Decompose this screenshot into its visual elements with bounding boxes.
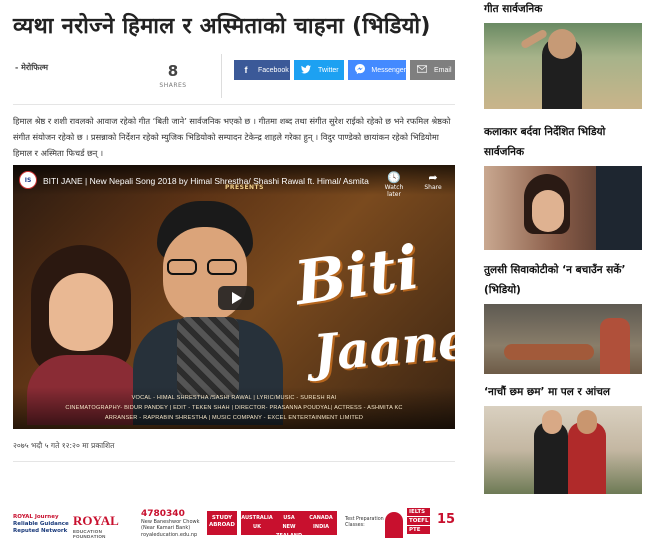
twitter-share-label: Twitter [318, 66, 339, 74]
sidebar-item-thumbnail[interactable] [484, 23, 642, 109]
article-body: हिमाल श्रेष्ठ र शशी रावलको आवाज रहेको गी… [13, 116, 451, 158]
play-button[interactable] [218, 286, 254, 310]
related-sidebar: गीत सार्वजनिक कलाकार बर्दवा निर्देशित भि… [484, 0, 642, 494]
ad-country: INDIA [313, 524, 329, 530]
share-buttons: f Facebook Twitter Messenger Email [234, 60, 455, 80]
ad-brand-logo: ROYAL EDUCATION FOUNDATION [73, 506, 133, 540]
messenger-share-button[interactable]: Messenger [348, 60, 406, 80]
share-count: 8 SHARES [153, 63, 193, 89]
separator [13, 461, 455, 462]
ad-countries: AUSTRALIA USA CANADA UK NEW ZEALAND INDI… [241, 511, 337, 539]
sidebar-item-thumbnail[interactable] [484, 304, 642, 374]
video-art-title-1: Biti [290, 232, 424, 320]
divider [221, 54, 222, 98]
video-title[interactable]: BITI JANE | New Nepali Song 2018 by Hima… [43, 176, 369, 186]
ad-brand-name: ROYAL [73, 513, 119, 528]
ad-country: NEW ZEALAND [275, 524, 303, 539]
share-arrow-icon: ➦ [428, 171, 438, 184]
ad-country: CANADA [309, 515, 333, 521]
video-presents: PRESENTS [225, 184, 264, 191]
facebook-share-label: Facebook [258, 66, 289, 74]
messenger-share-label: Messenger [371, 66, 406, 74]
ad-brand-sub: EDUCATION FOUNDATION [73, 529, 106, 539]
ad-anniversary: 15 [437, 512, 456, 527]
messenger-icon [354, 64, 365, 76]
ad-study-abroad: STUDY ABROAD [207, 511, 237, 535]
sidebar-item-title[interactable]: ‘नाचौं छम छम’ मा पल र आंचल [484, 382, 642, 402]
ad-tagline-line: Reputed Network [13, 528, 68, 534]
sidebar-item[interactable]: तुलसी सिवाकोटीको ‘न बचाउँन सकें’ (भिडियो… [484, 260, 642, 374]
credits-line: CINEMATOGRAPHY- BIDUR PANDEY | EDIT - TE… [65, 405, 403, 411]
published-date: २०७५ भदौ ५ गते १२:२० मा प्रकाशित [13, 441, 115, 450]
separator [13, 104, 455, 105]
sidebar-item[interactable]: ‘नाचौं छम छम’ मा पल र आंचल [484, 382, 642, 494]
video-share-button[interactable]: ➦ Share [420, 171, 446, 191]
person-figure-icon [385, 512, 403, 538]
ad-country: USA [283, 515, 295, 521]
video-art-title-2: Jaane [310, 310, 455, 383]
share-count-label: SHARES [159, 82, 187, 89]
sidebar-item[interactable]: गीत सार्वजनिक [484, 0, 642, 109]
ad-test-prep: Test Preparation Classes: [345, 517, 384, 528]
credits-line: ARRANSER - RAPRABIN SHRESTHA | MUSIC COM… [104, 415, 364, 421]
ad-test-tags: IELTS TOEFL PTE [385, 508, 435, 538]
article-title: व्यथा नरोज्ने हिमाल र अस्मिताको चाहना (भ… [13, 14, 431, 39]
sidebar-item-title[interactable]: कलाकार बर्दवा निर्देशित भिडियो सार्वजनिक [484, 122, 642, 162]
ad-website: royaleducation.edu.np [141, 531, 198, 538]
ad-banner[interactable]: ROYAL Journey Reliable Guidance Reputed … [13, 506, 455, 540]
ad-country: AUSTRALIA [241, 515, 273, 521]
facebook-share-button[interactable]: f Facebook [234, 60, 290, 80]
sidebar-item-thumbnail[interactable] [484, 166, 642, 250]
article-meta: - मेरोफिल्म 8 SHARES f Facebook Twitter … [13, 54, 455, 104]
video-share-label: Share [424, 184, 442, 191]
ad-contact: 4780340 New Baneshwor Chowk (Near Kamari… [141, 506, 203, 540]
watch-later-label: Watch later [384, 184, 404, 198]
credits-line: VOCAL - HIMAL SHRESTHA /SASHI RAWAL | LY… [131, 395, 337, 401]
ad-tag: IELTS [407, 508, 431, 516]
sidebar-item-thumbnail[interactable] [484, 406, 642, 494]
video-credits: VOCAL - HIMAL SHRESTHA /SASHI RAWAL | LY… [13, 393, 455, 423]
sidebar-item[interactable]: कलाकार बर्दवा निर्देशित भिडियो सार्वजनिक [484, 122, 642, 250]
twitter-icon [300, 64, 312, 76]
ad-tagline: ROYAL Journey Reliable Guidance Reputed … [13, 506, 69, 540]
sidebar-item-title[interactable]: तुलसी सिवाकोटीको ‘न बचाउँन सकें’ (भिडियो… [484, 260, 642, 300]
ad-phone: 4780340 [141, 509, 185, 519]
ad-tag: TOEFL [407, 517, 431, 525]
ad-tagline-line: ROYAL Journey [13, 514, 59, 520]
youtube-video-embed[interactable]: Biti Jaane IS BITI JANE | New Nepali Son… [13, 165, 455, 429]
email-share-button[interactable]: Email [410, 60, 455, 80]
email-share-label: Email [434, 66, 452, 74]
article: व्यथा नरोज्ने हिमाल र अस्मिताको चाहना (भ… [13, 0, 455, 550]
facebook-icon: f [244, 65, 248, 75]
ad-tagline-line: Reliable Guidance [13, 521, 69, 527]
watch-later-button[interactable]: 🕓 Watch later [379, 171, 409, 198]
email-icon [416, 65, 428, 75]
clock-icon: 🕓 [387, 171, 401, 184]
channel-logo[interactable]: IS [19, 171, 37, 189]
ad-tag: PTE [407, 526, 431, 534]
twitter-share-button[interactable]: Twitter [294, 60, 344, 80]
sidebar-item-title[interactable]: गीत सार्वजनिक [484, 0, 642, 19]
share-count-number: 8 [167, 62, 179, 80]
ad-country: UK [253, 524, 261, 530]
article-author[interactable]: - मेरोफिल्म [15, 62, 48, 73]
